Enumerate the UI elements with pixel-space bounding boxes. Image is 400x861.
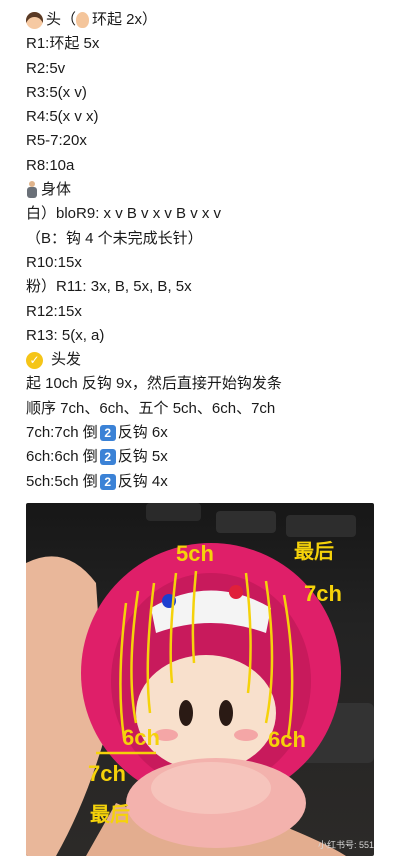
- note-text: R2:5v: [26, 59, 66, 77]
- note-text: R3:5(x v): [26, 83, 87, 101]
- head-label: 头（: [46, 11, 77, 28]
- ear-icon: [76, 12, 90, 29]
- note-line-hair: ✓ 头发: [26, 348, 386, 372]
- note-line: R2:5v: [26, 57, 386, 81]
- section-title: 头发: [51, 351, 82, 369]
- note-line: R10:15x: [26, 251, 386, 275]
- note-line-body: 身体: [26, 178, 386, 202]
- note-text: 反钩 6x: [117, 424, 168, 442]
- head-magic-ring: 环起 2x）: [92, 11, 158, 28]
- watermark: 小红书号: 55103...: [318, 839, 374, 850]
- crochet-photo: 5ch 7ch 6ch 6ch 7ch 最后 最后 小红书号: 55103...: [26, 503, 374, 856]
- note-text: R5-7:20x: [26, 132, 87, 150]
- note-text: 顺序 7ch、6ch、五个 5ch、6ch、7ch: [26, 399, 276, 417]
- section-title: 身体: [41, 181, 72, 199]
- person-icon: [26, 181, 38, 199]
- check-icon: ✓: [26, 351, 43, 369]
- note-line: 起 10ch 反钩 9x，然后直接开始钩发条: [26, 372, 386, 396]
- annotation-6ch-left: 6ch: [122, 725, 160, 750]
- annotation-7ch-bottom: 7ch: [88, 761, 126, 786]
- note-text: 反钩 4x: [117, 472, 168, 490]
- note-line: 5ch:5ch 倒 2 反钩 4x: [26, 470, 386, 494]
- note-text: 反钩 5x: [117, 448, 168, 466]
- note-text: 6ch:6ch 倒: [26, 448, 98, 466]
- note-line: R3:5(x v): [26, 81, 386, 105]
- note-text: R12:15x: [26, 302, 82, 320]
- note-line: 粉）R11: 3x, B, 5x, B, 5x: [26, 275, 386, 299]
- note-text: （B：钩 4 个未完成长针）: [26, 229, 203, 247]
- annotation-6ch-right: 6ch: [268, 727, 306, 752]
- note-line: R12:15x: [26, 300, 386, 324]
- note-line-head: 头（ 环起 2x）: [26, 8, 386, 32]
- note-line: 顺序 7ch、6ch、五个 5ch、6ch、7ch: [26, 397, 386, 421]
- note-line: R4:5(x v x): [26, 105, 386, 129]
- note-text: 起 10ch 反钩 9x，然后直接开始钩发条: [26, 375, 282, 393]
- note-line: R5-7:20x: [26, 129, 386, 153]
- face-icon: [26, 11, 43, 29]
- note-text: R8:10a: [26, 156, 75, 174]
- annotation-7ch-top: 7ch: [304, 581, 342, 606]
- note-line: 白）bloR9: x v B v x v B v x v: [26, 202, 386, 226]
- crochet-doll-image: 5ch 7ch 6ch 6ch 7ch 最后 最后 小红书号: 55103...: [26, 503, 374, 856]
- annotation-last-bottom: 最后: [90, 803, 130, 826]
- pattern-notes: 头（ 环起 2x） R1:环起 5x R2:5v R3:5(x v) R4:5(…: [26, 8, 386, 494]
- note-line: （B：钩 4 个未完成长针）: [26, 227, 386, 251]
- note-line: 6ch:6ch 倒 2 反钩 5x: [26, 445, 386, 469]
- annotation-5ch: 5ch: [176, 541, 214, 566]
- note-text: R10:15x: [26, 253, 82, 271]
- annotation-last-top: 最后: [294, 540, 334, 563]
- note-text: 粉）R11: 3x, B, 5x, B, 5x: [26, 278, 192, 296]
- keycap-2-icon: 2: [99, 473, 116, 490]
- note-line: R8:10a: [26, 154, 386, 178]
- note-text: R1:环起 5x: [26, 35, 100, 53]
- keycap-2-icon: 2: [99, 425, 116, 442]
- note-line: 7ch:7ch 倒 2 反钩 6x: [26, 421, 386, 445]
- keycap-2-icon: 2: [99, 449, 116, 466]
- note-text: R4:5(x v x): [26, 108, 99, 126]
- note-text: 白）bloR9: x v B v x v B v x v: [26, 205, 222, 223]
- note-text: 5ch:5ch 倒: [26, 472, 98, 490]
- note-text: 7ch:7ch 倒: [26, 424, 98, 442]
- note-line: R13: 5(x, a): [26, 324, 386, 348]
- note-line: R1:环起 5x: [26, 32, 386, 56]
- note-text: R13: 5(x, a): [26, 326, 105, 344]
